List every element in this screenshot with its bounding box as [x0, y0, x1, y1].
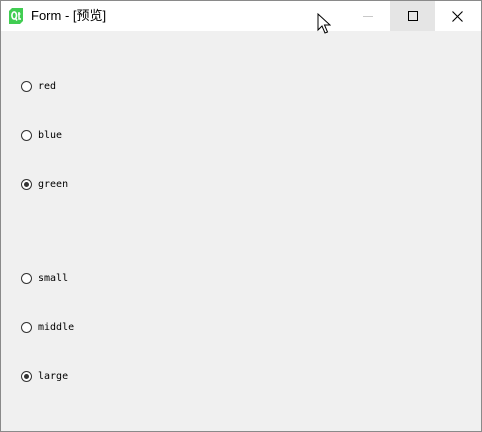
- form-window: Form - [预览] red blue green small middle …: [0, 0, 482, 432]
- radio-label-large: large: [38, 370, 69, 382]
- minimize-icon: [362, 16, 373, 17]
- radio-circle[interactable]: [21, 321, 32, 333]
- radio-circle[interactable]: [21, 272, 32, 284]
- close-icon: [452, 10, 463, 22]
- radio-middle[interactable]: middle: [21, 319, 74, 335]
- radio-circle[interactable]: [21, 178, 32, 190]
- close-button[interactable]: [435, 1, 480, 31]
- radio-circle[interactable]: [21, 129, 32, 141]
- qt-logo-icon: [9, 8, 23, 24]
- radio-label-middle: middle: [38, 321, 75, 333]
- title-bar[interactable]: Form - [预览]: [1, 1, 481, 34]
- radio-circle[interactable]: [21, 80, 32, 92]
- radio-blue[interactable]: blue: [21, 127, 62, 143]
- maximize-icon: [407, 11, 418, 21]
- maximize-button[interactable]: [390, 1, 435, 31]
- radio-large[interactable]: large: [21, 368, 68, 384]
- minimize-button[interactable]: [345, 1, 390, 31]
- radio-dot: [24, 181, 29, 187]
- radio-label-small: small: [38, 272, 69, 284]
- radio-green[interactable]: green: [21, 176, 68, 192]
- radio-label-blue: blue: [38, 129, 63, 141]
- radio-small[interactable]: small: [21, 270, 68, 286]
- form-client-area: red blue green small middle large: [1, 31, 481, 431]
- radio-dot: [24, 373, 29, 379]
- window-title: Form - [预览]: [31, 8, 107, 23]
- radio-red[interactable]: red: [21, 78, 56, 94]
- radio-circle[interactable]: [21, 370, 32, 382]
- radio-label-red: red: [38, 80, 57, 92]
- radio-label-green: green: [38, 178, 69, 190]
